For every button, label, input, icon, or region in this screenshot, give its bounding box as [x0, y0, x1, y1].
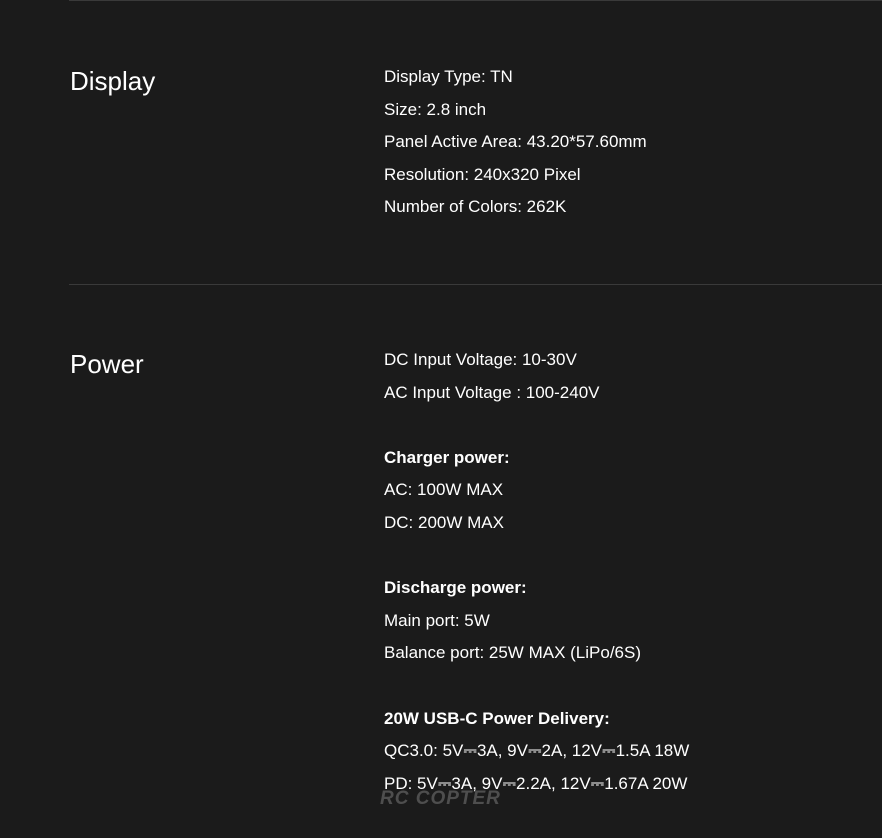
usb-c-pd-heading: 20W USB-C Power Delivery:	[384, 708, 610, 728]
section-divider	[69, 284, 882, 285]
spec-size: Size: 2.8 inch	[384, 99, 487, 119]
spec-number-of-colors: Number of Colors: 262K	[384, 197, 567, 217]
spec-charger-dc: DC: 200W MAX	[384, 512, 504, 532]
spec-dc-input-voltage: DC Input Voltage: 10-30V	[384, 350, 577, 369]
spec-discharge-main-port: Main port: 5W	[384, 610, 490, 630]
rc-copter-watermark: RC COPTER	[380, 788, 501, 810]
spec-charger-ac: AC: 100W MAX	[384, 480, 504, 500]
top-divider	[69, 0, 882, 1]
watermark-text: RC COPTER	[380, 788, 501, 809]
spec-display-type: Display Type: TN	[384, 67, 513, 86]
display-section-title: Display	[70, 66, 156, 96]
spec-qc30: QC3.0: 5V⎓3A, 9V⎓2A, 12V⎓1.5A 18W	[384, 741, 690, 761]
power-section-title: Power	[70, 349, 144, 379]
display-specs-list: Display Type: TN Size: 2.8 inch Panel Ac…	[384, 61, 647, 224]
spec-panel-active-area: Panel Active Area: 43.20*57.60mm	[384, 132, 647, 152]
power-specs-list: DC Input Voltage: 10-30V AC Input Voltag…	[384, 344, 689, 800]
spec-discharge-balance-port: Balance port: 25W MAX (LiPo/6S)	[384, 643, 642, 663]
discharge-power-heading: Discharge power:	[384, 578, 527, 598]
charger-power-heading: Charger power:	[384, 447, 510, 467]
spec-resolution: Resolution: 240x320 Pixel	[384, 164, 581, 184]
spec-ac-input-voltage: AC Input Voltage : 100-240V	[384, 382, 600, 402]
